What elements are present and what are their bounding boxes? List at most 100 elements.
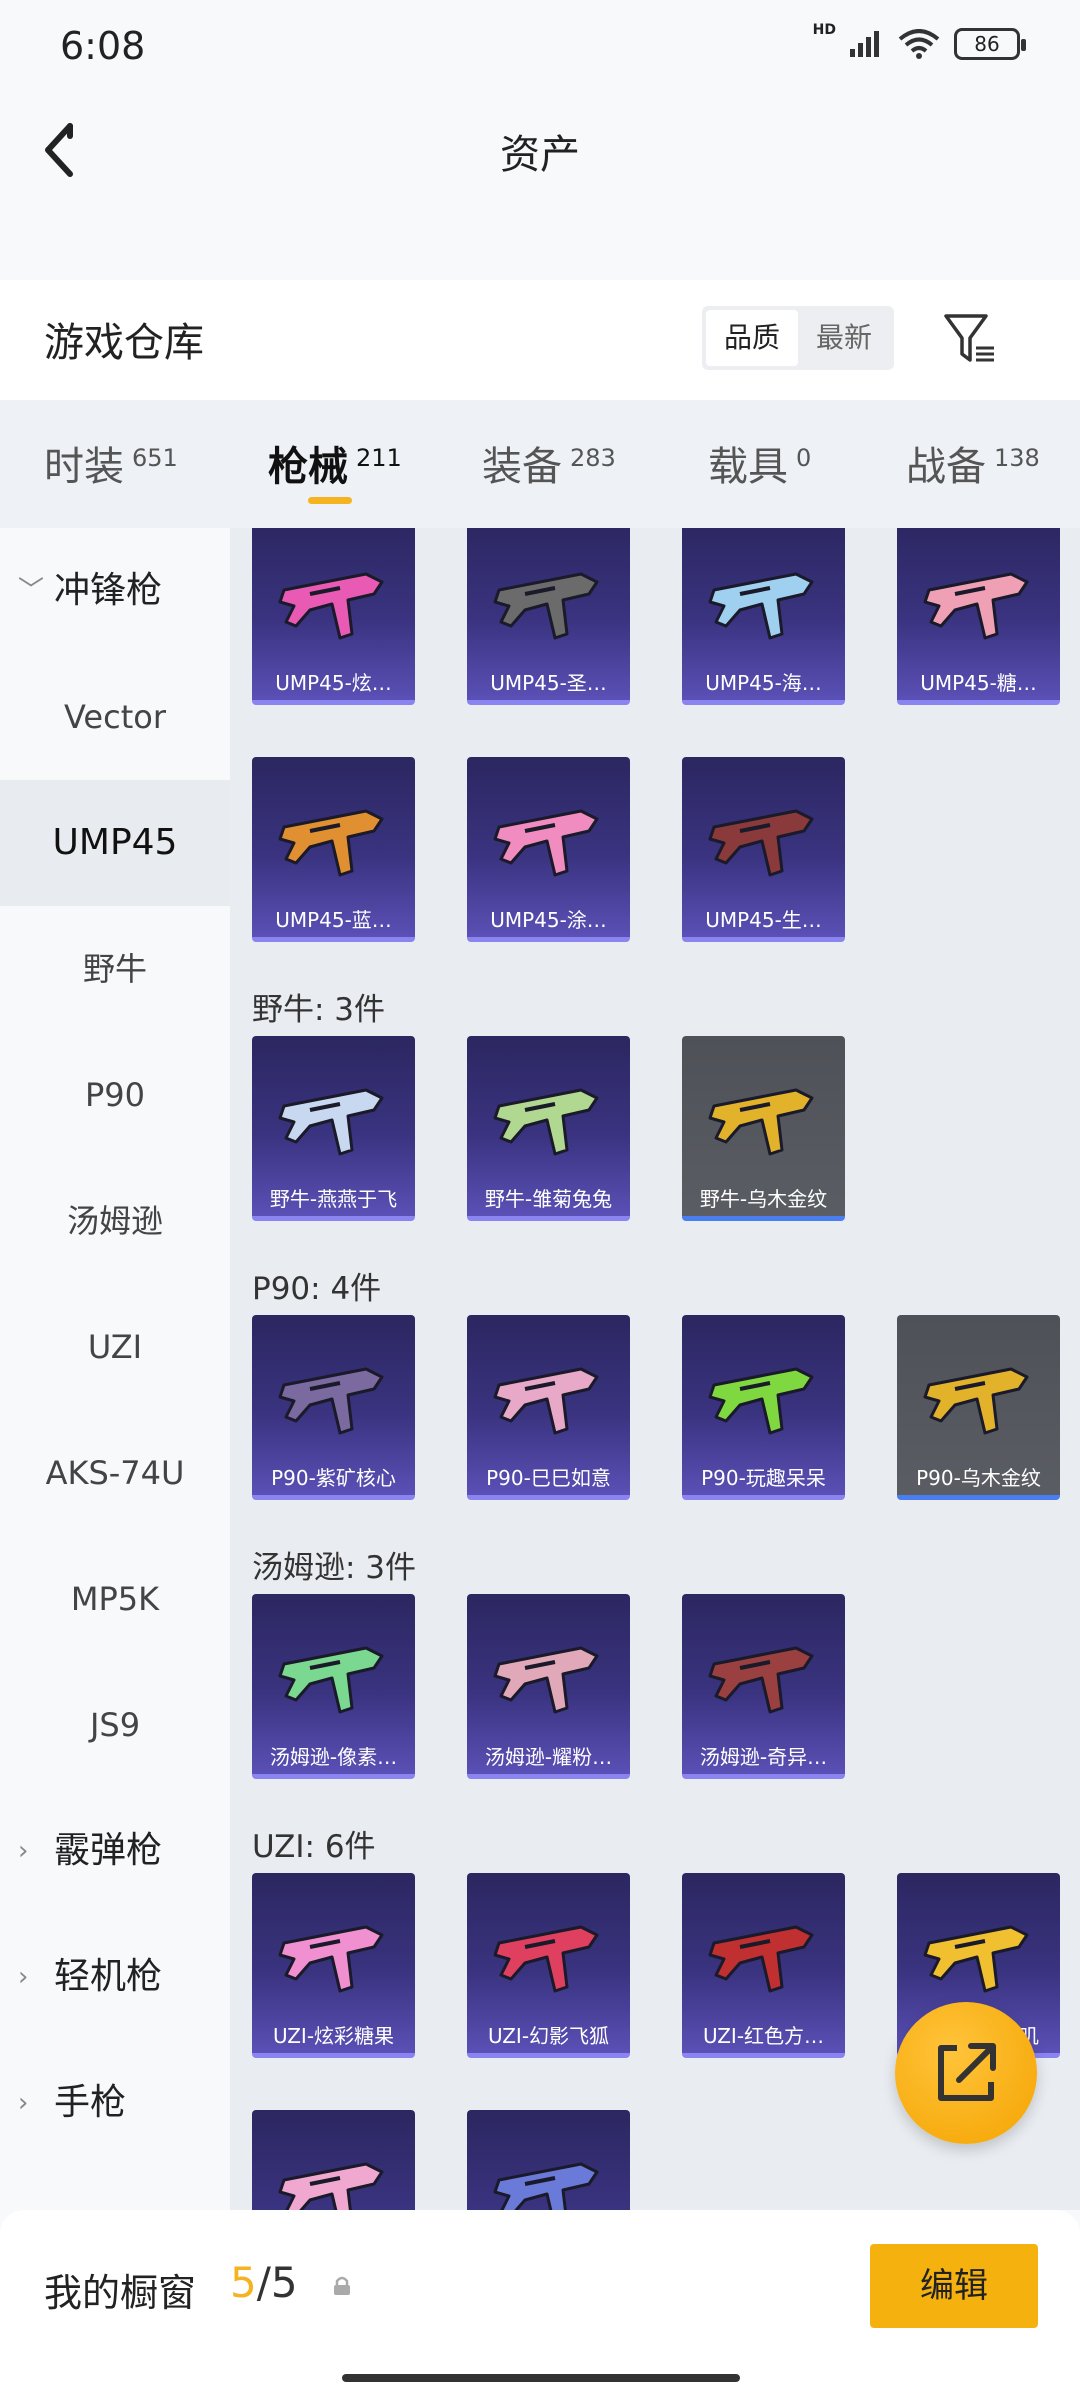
weapon-image: [708, 1925, 814, 1993]
sidebar-group-pistol[interactable]: › 手枪: [0, 2040, 230, 2166]
sort-quality-button[interactable]: 品质: [706, 310, 798, 366]
weapon-skin-card[interactable]: UMP45-海…: [682, 528, 845, 705]
weapon-skin-card[interactable]: 野牛-乌木金纹: [682, 1036, 845, 1221]
showcase-max: 5: [270, 2258, 298, 2307]
tab-label: 时装: [44, 444, 124, 490]
tab-vehicles[interactable]: 载具 0: [708, 434, 811, 492]
sidebar-group-label: 冲锋枪: [54, 570, 163, 611]
weapon-skin-name: UMP45-圣…: [490, 671, 607, 695]
edit-button[interactable]: 编辑: [870, 2244, 1038, 2328]
weapon-skin-name: 汤姆逊-像素…: [269, 1745, 398, 1769]
weapon-skin-card[interactable]: UMP45-蓝…: [252, 757, 415, 942]
weapon-skin-card[interactable]: 野牛-雏菊兔兔: [467, 1036, 630, 1221]
sidebar-item-ump45[interactable]: UMP45: [0, 780, 230, 906]
weapon-skin-card[interactable]: UMP45-生…: [682, 757, 845, 942]
weapon-skin-card[interactable]: UZI-炫彩糖果: [252, 1873, 415, 2058]
weapon-skin-name: UMP45-蓝…: [275, 908, 392, 932]
lock-icon: [334, 2276, 350, 2295]
weapon-skin-card[interactable]: 野牛-燕燕于飞: [252, 1036, 415, 1221]
weapon-skin-name: P90-乌木金纹: [916, 1466, 1041, 1490]
sidebar-group-smg[interactable]: ﹀ 冲锋枪: [0, 528, 230, 654]
tab-label: 枪械: [268, 444, 348, 490]
weapon-skin-name: 汤姆逊-耀粉…: [484, 1745, 613, 1769]
weapon-skin-name: UZI-幻影飞狐: [487, 2024, 610, 2048]
group-title: 汤姆逊: 3件: [252, 1550, 417, 1586]
weapon-skin-card[interactable]: UZI-红色方…: [682, 1873, 845, 2058]
weapon-skin-name: UMP45-生…: [705, 908, 822, 932]
weapon-skin-name: 野牛-乌木金纹: [699, 1187, 828, 1211]
sidebar-item-p90[interactable]: P90: [0, 1032, 230, 1158]
weapon-skin-card[interactable]: 汤姆逊-像素…: [252, 1594, 415, 1779]
showcase-label: 我的橱窗: [44, 2271, 197, 2315]
tab-label: 战备: [906, 444, 986, 490]
tab-count: 651: [132, 444, 178, 472]
weapon-image: [708, 572, 814, 640]
sidebar-group-shotgun[interactable]: › 霰弹枪: [0, 1788, 230, 1914]
sort-toggle: 品质 最新: [702, 306, 894, 370]
sidebar-item-vector[interactable]: Vector: [0, 654, 230, 780]
group-title: P90: 4件: [252, 1271, 382, 1307]
weapon-skin-card[interactable]: P90-紫矿核心: [252, 1315, 415, 1500]
sidebar-group-lmg[interactable]: › 轻机枪: [0, 1914, 230, 2040]
weapon-skin-name: 汤姆逊-奇异…: [699, 1745, 828, 1769]
tab-equipment[interactable]: 装备 283: [482, 434, 616, 492]
weapon-image: [493, 809, 599, 877]
weapon-skin-name: 野牛-雏菊兔兔: [484, 1187, 613, 1211]
sidebar-item-aks74u[interactable]: AKS-74U: [0, 1410, 230, 1536]
weapon-skin-card[interactable]: UZI-幻影飞狐: [467, 1873, 630, 2058]
tab-count: 0: [796, 444, 812, 472]
wifi-icon: [898, 29, 940, 59]
share-button[interactable]: [895, 2002, 1037, 2144]
sort-newest-button[interactable]: 最新: [798, 310, 890, 366]
tab-count: 138: [994, 444, 1040, 472]
weapon-skin-name: UMP45-炫…: [275, 671, 392, 695]
weapon-image: [493, 1646, 599, 1714]
weapon-skin-card[interactable]: UZI-炫彩节奏: [467, 2110, 630, 2210]
weapon-skin-card[interactable]: UMP45-涂…: [467, 757, 630, 942]
weapon-skin-name: UMP45-涂…: [490, 908, 607, 932]
sidebar-item-mp5k[interactable]: MP5K: [0, 1536, 230, 1662]
weapon-image: [923, 1925, 1029, 1993]
weapon-skin-card[interactable]: P90-玩趣呆呆: [682, 1315, 845, 1500]
weapon-skin-card[interactable]: UZI-娇憨猪猪: [252, 2110, 415, 2210]
weapon-image: [278, 809, 384, 877]
weapon-skin-name: UMP45-糖…: [920, 671, 1037, 695]
filter-icon[interactable]: [940, 308, 1000, 368]
weapon-image: [278, 1367, 384, 1435]
weapon-skin-name: P90-紫矿核心: [271, 1466, 396, 1490]
network-type: HD: [812, 22, 836, 38]
weapon-skin-name: P90-巳巳如意: [486, 1466, 611, 1490]
sidebar-group-label: 轻机枪: [54, 1956, 163, 1997]
sidebar-item-thompson[interactable]: 汤姆逊: [0, 1158, 230, 1284]
chevron-right-icon: ›: [18, 1962, 29, 1992]
group-title: UZI: 6件: [252, 1829, 376, 1865]
weapon-skin-card[interactable]: P90-乌木金纹: [897, 1315, 1060, 1500]
weapon-image: [923, 1367, 1029, 1435]
weapon-image: [278, 572, 384, 640]
share-icon: [938, 2043, 996, 2101]
tab-weapons[interactable]: 枪械 211: [268, 434, 402, 492]
warehouse-title: 游戏仓库: [44, 320, 204, 366]
weapon-skin-name: 野牛-燕燕于飞: [269, 1187, 398, 1211]
weapon-skin-grid: UMP45-炫… UMP45-圣… UMP45-海… UMP45-糖… UMP45-蓝……: [230, 528, 1080, 2210]
weapon-skin-card[interactable]: UMP45-糖…: [897, 528, 1060, 705]
weapon-image: [278, 2162, 384, 2210]
weapon-skin-name: P90-玩趣呆呆: [701, 1466, 826, 1490]
weapon-skin-card[interactable]: P90-巳巳如意: [467, 1315, 630, 1500]
weapon-skin-card[interactable]: UMP45-圣…: [467, 528, 630, 705]
status-bar: 6:08 HD 86: [0, 0, 1080, 96]
showcase-count: 5/5: [230, 2258, 298, 2307]
tab-count: 283: [570, 444, 616, 472]
active-tab-indicator: [308, 497, 352, 504]
weapon-skin-card[interactable]: 汤姆逊-奇异…: [682, 1594, 845, 1779]
tab-fashion[interactable]: 时装 651: [44, 434, 178, 492]
weapon-skin-card[interactable]: UMP45-炫…: [252, 528, 415, 705]
sidebar-item-uzi[interactable]: UZI: [0, 1284, 230, 1410]
sidebar-group-label: 手枪: [54, 2082, 127, 2123]
tab-supplies[interactable]: 战备 138: [906, 434, 1040, 492]
sidebar-item-js9[interactable]: JS9: [0, 1662, 230, 1788]
tab-count: 211: [356, 444, 402, 472]
weapon-image: [923, 572, 1029, 640]
weapon-skin-card[interactable]: 汤姆逊-耀粉…: [467, 1594, 630, 1779]
sidebar-item-bison[interactable]: 野牛: [0, 906, 230, 1032]
